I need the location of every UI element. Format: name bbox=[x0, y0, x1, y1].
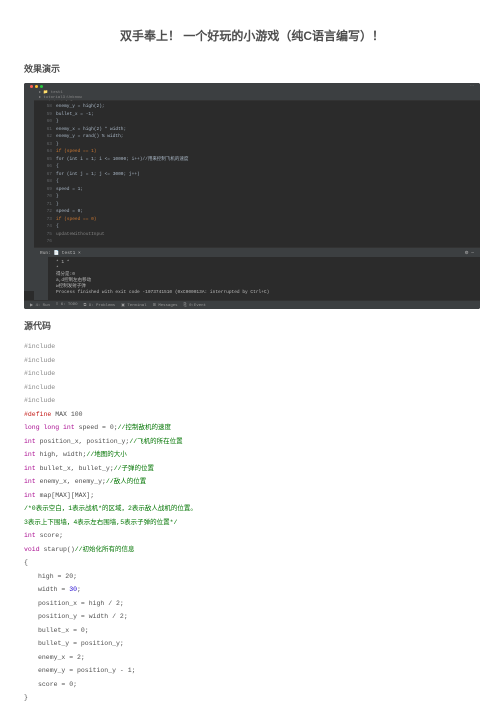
src-line: bullet_x = 0; bbox=[24, 624, 480, 638]
src-line: #define MAX 100 bbox=[24, 408, 480, 422]
src-line: #include bbox=[24, 340, 480, 354]
src-line: long long int speed = 0;//控制敌机的速度 bbox=[24, 421, 480, 435]
src-line: int enemy_x, enemy_y;//敌人的位置 bbox=[24, 475, 480, 489]
src-line: high = 20; bbox=[24, 570, 480, 584]
ide-statusbar: ▶ 4: Run ≡ 6: TODO ⧉ 9: Problems ▣ Terminal… bbox=[24, 300, 480, 309]
src-line: void starup()//初始化所有的信息 bbox=[24, 543, 480, 557]
statusbar-item[interactable]: ▣ Terminal bbox=[121, 302, 146, 308]
src-line: int map[MAX][MAX]; bbox=[24, 489, 480, 503]
src-line: 3表示上下围墙，4表示左右围墙,5表示子弹的位置*/ bbox=[24, 516, 480, 530]
statusbar-item[interactable]: ⧉ 9: Problems bbox=[84, 303, 116, 308]
statusbar-item[interactable]: ⎘ 0:Event bbox=[184, 303, 206, 308]
source-code-block: #include#include#include#include#include… bbox=[24, 340, 480, 705]
src-line: enemy_y = position_y - 1; bbox=[24, 664, 480, 678]
ide-code-pane: 58596061626364656667686970717273747576 e… bbox=[34, 101, 480, 247]
section-src-heading: 源代码 bbox=[24, 319, 480, 332]
src-line: int bullet_x, bullet_y;//子弹的位置 bbox=[24, 462, 480, 476]
src-line: #include bbox=[24, 394, 480, 408]
ide-code: enemy_y = high(2);bullet_x = -1;}enemy_x… bbox=[56, 101, 480, 247]
console-line: Process finished with exit code -1073741… bbox=[56, 290, 472, 296]
ide-debug-pane: ▸ 📁 test1 ▸ tutorial3:Unknow exe.tutoria… bbox=[34, 89, 480, 101]
src-line: width = 30; bbox=[24, 583, 480, 597]
section-demo-heading: 效果演示 bbox=[24, 62, 480, 75]
statusbar-item[interactable]: ⊞ Messages bbox=[153, 302, 178, 308]
run-tools-icon[interactable]: ⚙ — bbox=[465, 251, 474, 256]
src-line: bullet_y = position_y; bbox=[24, 637, 480, 651]
src-line: { bbox=[24, 556, 480, 570]
src-line: } bbox=[24, 691, 480, 705]
src-line: int score; bbox=[24, 529, 480, 543]
src-line: int position_x, position_y;//飞机的所在位置 bbox=[24, 435, 480, 449]
ide-gutter: 58596061626364656667686970717273747576 bbox=[34, 101, 56, 247]
ide-left-gutter bbox=[24, 89, 34, 291]
statusbar-item[interactable]: ▶ 4: Run bbox=[30, 302, 50, 308]
statusbar-item[interactable]: ≡ 6: TODO bbox=[56, 303, 78, 307]
ide-console: * 1 * * 得分是:0 a,d控制左右移动 w控制发射子弹 Process … bbox=[34, 257, 480, 301]
src-line: #include bbox=[24, 381, 480, 395]
run-tab[interactable]: Run: 📄 test1 × bbox=[40, 251, 81, 256]
src-line: int high, width;//地图的大小 bbox=[24, 448, 480, 462]
src-line: enemy_x = 2; bbox=[24, 651, 480, 665]
src-line: #include bbox=[24, 367, 480, 381]
src-line: score = 0; bbox=[24, 678, 480, 692]
page-title: 双手奉上！ 一个好玩的小游戏（纯C语言编写）！ bbox=[24, 27, 480, 44]
ide-screenshot: ⋯ ▸ 📁 test1 ▸ tutorial3:Unknow exe.tutor… bbox=[24, 83, 480, 309]
src-line: /*0表示空白，1表示战机*的区域，2表示敌人战机的位置。 bbox=[24, 502, 480, 516]
src-line: #include bbox=[24, 354, 480, 368]
src-line: position_x = high / 2; bbox=[24, 597, 480, 611]
src-line: position_y = width / 2; bbox=[24, 610, 480, 624]
